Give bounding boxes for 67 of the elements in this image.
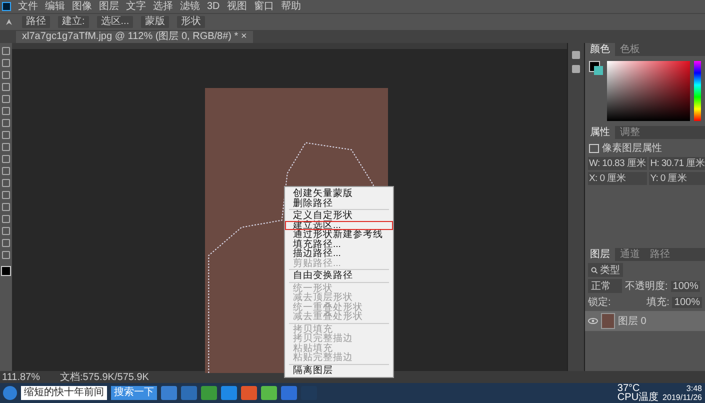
opacity-label: 不透明度:	[625, 280, 668, 293]
menu-item[interactable]: 编辑	[45, 1, 65, 12]
menu-item[interactable]: 3D	[207, 1, 220, 12]
menu-item[interactable]: 文件	[18, 1, 38, 12]
close-tab-button[interactable]: ×	[240, 31, 247, 42]
option-button[interactable]: 路径	[22, 16, 50, 28]
layer-thumbnail	[601, 313, 615, 329]
fill-field[interactable]: 100%	[672, 296, 702, 308]
zoom-level: 111.87%	[2, 372, 40, 382]
option-button[interactable]: 建立:	[58, 16, 89, 28]
menu-item[interactable]: 视图	[226, 1, 247, 12]
clock[interactable]: 3:48 2019/11/26	[662, 384, 702, 402]
foreground-background-swatch-icon[interactable]	[589, 61, 603, 75]
option-button[interactable]: 形状	[177, 16, 206, 28]
tray-text: 37°C	[617, 384, 640, 393]
filter-label: 类型	[600, 264, 620, 277]
search-icon	[591, 266, 598, 274]
option-button[interactable]: 蒙版	[141, 16, 170, 28]
search-field[interactable]: 缩短的快十年前间	[21, 386, 107, 400]
clock-time: 3:48	[686, 384, 702, 393]
opacity-field[interactable]: 100%	[670, 280, 700, 292]
context-menu-item[interactable]: 创建矢量蒙版	[285, 189, 393, 198]
context-menu-item[interactable]: 描边路径...	[285, 249, 393, 258]
document-size: 文档:575.9K/575.9K	[60, 370, 149, 384]
menu-item[interactable]: 窗口	[254, 1, 274, 12]
image-icon	[589, 144, 599, 152]
lock-label: 锁定:	[588, 296, 611, 309]
tray-text: CPU温度	[617, 393, 659, 402]
menu-item[interactable]: 帮助	[280, 1, 301, 12]
pen-icon[interactable]	[4, 17, 14, 27]
context-menu-item[interactable]: 删除路径	[285, 198, 393, 208]
panel-tab[interactable]: 属性	[585, 126, 615, 139]
menu-item[interactable]: 滤镜	[180, 1, 200, 12]
fill-label: 填充:	[646, 296, 670, 309]
filter-dropdown[interactable]: 类型	[588, 263, 623, 277]
hue-spectrum	[694, 61, 701, 121]
option-button[interactable]: 选区...	[96, 16, 134, 28]
panel-tab[interactable]: 颜色	[585, 43, 615, 56]
panel-tab[interactable]: 路径	[645, 248, 675, 261]
context-menu-item[interactable]: 定义自定形状	[285, 211, 393, 220]
panel-tab[interactable]: 图层	[585, 248, 615, 261]
context-menu-item[interactable]: 自由变换路径	[285, 271, 393, 280]
menu-item[interactable]: 图像	[72, 1, 92, 12]
menu-item[interactable]: 选择	[153, 1, 173, 12]
panel-tab[interactable]: 调整	[615, 126, 645, 139]
context-menu-item[interactable]: 隔离图层	[285, 366, 393, 375]
color-field[interactable]	[607, 61, 690, 121]
properties-title: 像素图层属性	[602, 142, 662, 155]
layer-row[interactable]: 图层 0	[585, 311, 705, 331]
eye-icon[interactable]	[588, 318, 598, 324]
menu-item[interactable]: 图层	[99, 1, 119, 12]
search-button[interactable]: 搜索一下	[111, 386, 157, 400]
blend-mode-dropdown[interactable]: 正常	[588, 279, 622, 293]
layer-name: 图层 0	[618, 315, 646, 328]
dimension-field[interactable]: Y: 0 厘米	[649, 172, 705, 185]
clock-date: 2019/11/26	[662, 393, 702, 402]
dimension-field[interactable]: X: 0 厘米	[588, 172, 648, 185]
app-logo-icon[interactable]	[2, 2, 11, 11]
panel-tab[interactable]: 色板	[615, 43, 645, 56]
document-tab[interactable]: xl7a7gc1g7aTfM.jpg @ 112% (图层 0, RGB/8#) * ×	[16, 31, 253, 43]
panel-tab[interactable]: 通道	[615, 248, 645, 261]
start-button[interactable]	[3, 386, 17, 400]
context-menu-item[interactable]: 填充路径...	[285, 240, 393, 249]
dimension-field[interactable]: H: 30.71 厘米	[649, 157, 705, 170]
dimension-field[interactable]: W: 10.83 厘米	[588, 157, 648, 170]
menu-item[interactable]: 文字	[126, 1, 146, 12]
color-swatch-icon[interactable]	[1, 266, 11, 276]
